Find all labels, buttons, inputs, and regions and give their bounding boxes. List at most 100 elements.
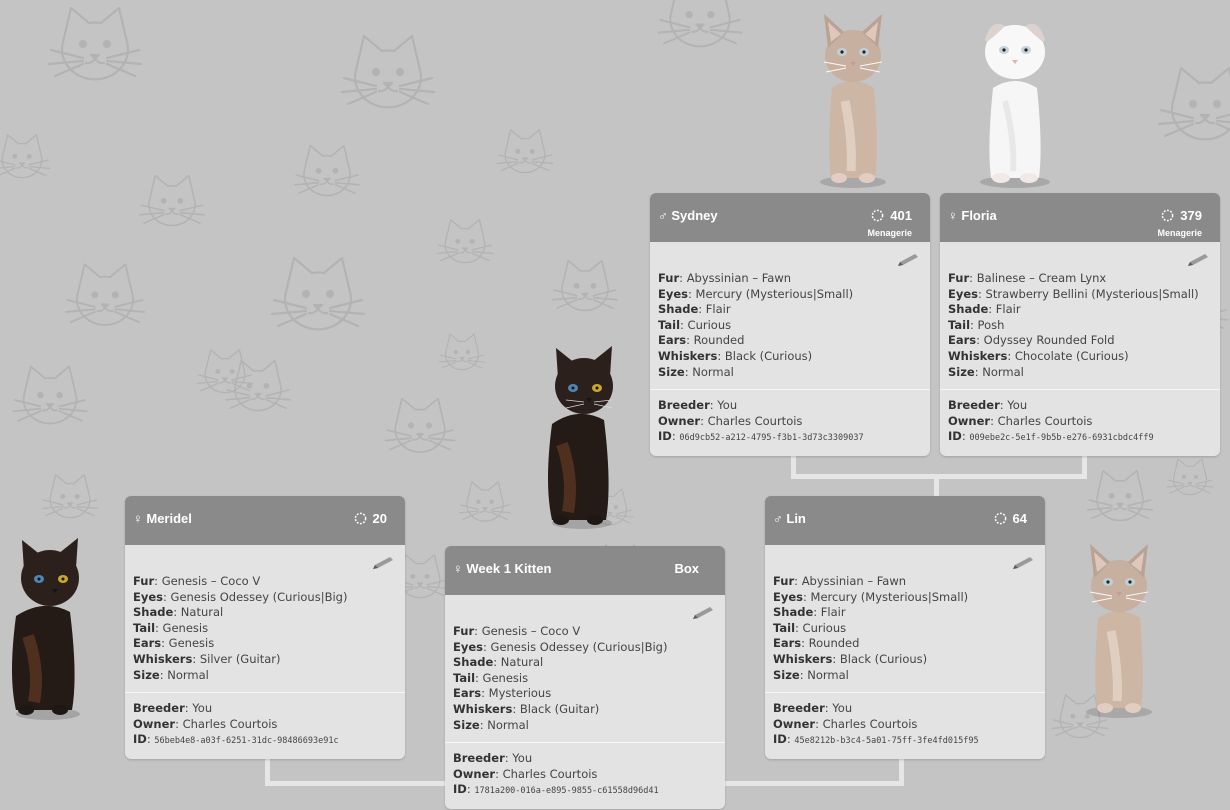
trait-fur: Fur: Genesis – Coco V	[453, 624, 581, 638]
trait-shade: Shade: Natural	[133, 605, 224, 620]
pencil-icon[interactable]	[896, 253, 920, 267]
ownership-info: Breeder: You Owner: Charles Courtois ID:…	[445, 742, 725, 809]
trait-shade: Shade: Flair	[948, 302, 1021, 317]
breeder-row: Breeder: You	[773, 701, 853, 716]
pedigree-connector	[791, 474, 1087, 479]
breeder-row: Breeder: You	[948, 398, 1028, 413]
id-row: ID: 1781a200-016a-e895-9855-c61558d96d41	[453, 782, 659, 797]
pencil-icon[interactable]	[1186, 253, 1210, 267]
pedigree-connector	[934, 476, 939, 498]
cat-name[interactable]: ♀ Floria	[948, 208, 997, 223]
count-value: 64	[1012, 511, 1027, 526]
cat-name[interactable]: ♂ Sydney	[658, 208, 718, 223]
count-value: 401	[890, 208, 912, 223]
box-button[interactable]: Box	[674, 561, 699, 576]
trait-size: Size: Normal	[773, 667, 849, 682]
cat-name[interactable]: ♀ Meridel	[133, 511, 192, 526]
trait-shade: Shade: Flair	[773, 605, 846, 620]
trait-size: Size: Normal	[948, 364, 1024, 379]
trait-ears: Ears: Odyssey Rounded Fold	[948, 333, 1115, 348]
cat-image-lin[interactable]	[1084, 536, 1154, 718]
owner-row: Owner: Charles Courtois	[453, 766, 598, 781]
id-row: ID: 06d9cb52-a212-4795-f3b1-3d73c3309037	[658, 429, 864, 444]
ownership-info: Breeder: You Owner: Charles Courtois ID:…	[650, 389, 930, 456]
card-header[interactable]: ♂ Sydney 401 Menagerie	[650, 193, 930, 242]
spinner-icon	[1161, 209, 1174, 222]
trait-size: Size: Normal	[453, 717, 529, 732]
trait-ears: Ears: Genesis	[133, 636, 215, 651]
card-header[interactable]: ♀ Meridel 20	[125, 496, 405, 545]
trait-eyes: Eyes: Mercury (Mysterious|Small)	[773, 589, 969, 604]
pencil-icon[interactable]	[371, 556, 395, 570]
trait-size: Size: Normal	[658, 364, 734, 379]
trait-ears: Ears: Mysterious	[453, 686, 552, 701]
ownership-info: Breeder: You Owner: Charles Courtois ID:…	[940, 389, 1220, 456]
generation-count: 379	[1161, 208, 1202, 223]
generation-count: 20	[354, 511, 387, 526]
pencil-icon[interactable]	[691, 606, 715, 620]
generation-count: 64	[994, 511, 1027, 526]
spinner-icon	[994, 512, 1006, 525]
cat-card-kitten: ♀ Week 1 Kitten Box Fur: Genesis – Coco …	[445, 546, 725, 809]
female-symbol: ♀	[948, 208, 958, 223]
trait-tail: Tail: Genesis	[133, 620, 209, 635]
trait-whiskers: Whiskers: Black (Guitar)	[453, 701, 600, 716]
trait-list: Fur: Abyssinian – Fawn Eyes: Mercury (My…	[765, 545, 1045, 692]
cat-card-sydney: ♂ Sydney 401 Menagerie Fur: Abyssinian –…	[650, 193, 930, 456]
cat-name-text: Meridel	[146, 511, 192, 526]
cat-image-floria[interactable]	[977, 6, 1053, 188]
trait-fur: Fur: Abyssinian – Fawn	[658, 271, 792, 285]
trait-shade: Shade: Flair	[658, 302, 731, 317]
trait-fur: Fur: Genesis – Coco V	[133, 574, 261, 588]
card-header[interactable]: ♂ Lin 64	[765, 496, 1045, 545]
ownership-info: Breeder: You Owner: Charles Courtois ID:…	[765, 692, 1045, 759]
trait-fur: Fur: Abyssinian – Fawn	[773, 574, 907, 588]
trait-list: Fur: Balinese – Cream Lynx Eyes: Strawbe…	[940, 242, 1220, 389]
trait-whiskers: Whiskers: Chocolate (Curious)	[948, 348, 1129, 363]
count-value: 379	[1180, 208, 1202, 223]
menagerie-label: Menagerie	[867, 228, 912, 238]
cat-name-text: Sydney	[671, 208, 718, 223]
cat-name[interactable]: ♀ Week 1 Kitten	[453, 561, 551, 576]
cat-card-lin: ♂ Lin 64 Fur: Abyssinian – Fawn Eyes: Me…	[765, 496, 1045, 759]
trait-list: Fur: Abyssinian – Fawn Eyes: Mercury (My…	[650, 242, 930, 389]
trait-eyes: Eyes: Genesis Odessey (Curious|Big)	[453, 639, 668, 654]
breeder-row: Breeder: You	[133, 701, 213, 716]
trait-tail: Tail: Curious	[658, 317, 732, 332]
breeder-row: Breeder: You	[453, 751, 533, 766]
id-row: ID: 56beb4e8-a03f-6251-31dc-98486693e91c	[133, 732, 339, 747]
cat-image-kitten[interactable]	[540, 344, 620, 529]
pencil-icon[interactable]	[1011, 556, 1035, 570]
trait-eyes: Eyes: Genesis Odessey (Curious|Big)	[133, 589, 348, 604]
male-symbol: ♂	[773, 511, 783, 526]
menagerie-label: Menagerie	[1157, 228, 1202, 238]
trait-tail: Tail: Posh	[948, 317, 1005, 332]
owner-row: Owner: Charles Courtois	[948, 413, 1093, 428]
spinner-icon	[354, 512, 366, 525]
cat-name[interactable]: ♂ Lin	[773, 511, 806, 526]
spinner-icon	[871, 209, 884, 222]
female-symbol: ♀	[453, 561, 463, 576]
owner-row: Owner: Charles Courtois	[133, 716, 278, 731]
trait-tail: Tail: Genesis	[453, 670, 529, 685]
count-value: 20	[372, 511, 387, 526]
trait-list: Fur: Genesis – Coco V Eyes: Genesis Odes…	[445, 595, 725, 742]
cat-name-text: Floria	[961, 208, 997, 223]
cat-image-sydney[interactable]	[818, 6, 888, 188]
card-header[interactable]: ♀ Week 1 Kitten Box	[445, 546, 725, 595]
generation-count: 401	[871, 208, 912, 223]
male-symbol: ♂	[658, 208, 668, 223]
breeder-row: Breeder: You	[658, 398, 738, 413]
card-header[interactable]: ♀ Floria 379 Menagerie	[940, 193, 1220, 242]
trait-eyes: Eyes: Strawberry Bellini (Mysterious|Sma…	[948, 286, 1199, 301]
trait-ears: Ears: Rounded	[658, 333, 745, 348]
female-symbol: ♀	[133, 511, 143, 526]
trait-fur: Fur: Balinese – Cream Lynx	[948, 271, 1107, 285]
trait-eyes: Eyes: Mercury (Mysterious|Small)	[658, 286, 854, 301]
trait-tail: Tail: Curious	[773, 620, 847, 635]
id-row: ID: 45e8212b-b3c4-5a01-75ff-3fe4fd015f95	[773, 732, 979, 747]
id-row: ID: 009ebe2c-5e1f-9b5b-e276-6931cbdc4ff9	[948, 429, 1154, 444]
cat-name-text: Week 1 Kitten	[466, 561, 552, 576]
cat-card-floria: ♀ Floria 379 Menagerie Fur: Balinese – C…	[940, 193, 1220, 456]
cat-image-meridel[interactable]	[8, 536, 86, 721]
